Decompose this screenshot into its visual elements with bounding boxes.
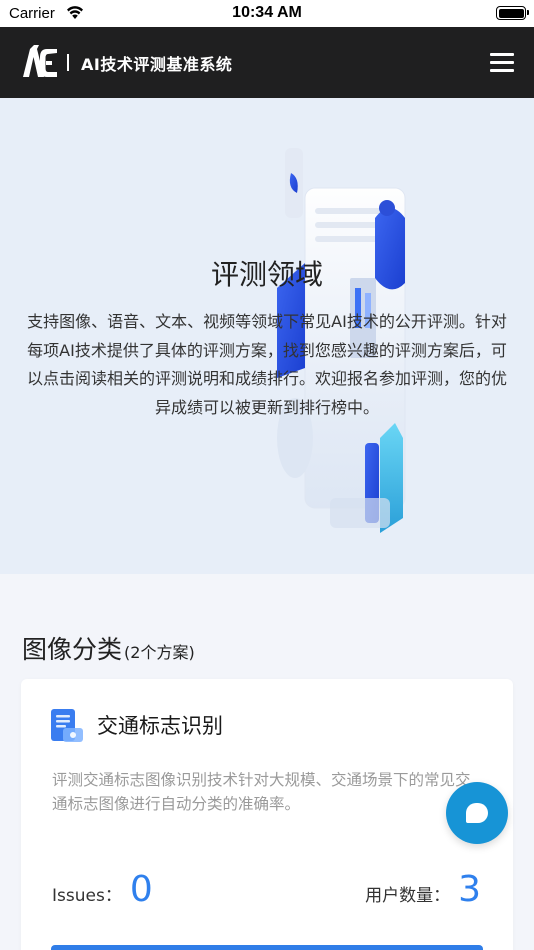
hero-title: 评测领域	[210, 258, 323, 291]
evaluation-card[interactable]: 交通标志识别 评测交通标志图像识别技术针对大规模、交通场景下的常见交通标志图像进…	[21, 679, 513, 950]
chat-button[interactable]	[446, 782, 508, 844]
users-count: 3	[458, 869, 481, 910]
section-heading: 图像分类 (2个方案)	[22, 630, 195, 666]
issues-stat: Issues： 0	[52, 869, 153, 910]
card-description: 评测交通标志图像识别技术针对大规模、交通场景下的常见交通标志图像进行自动分类的准…	[52, 771, 471, 813]
section-count: (2个方案)	[124, 643, 195, 662]
header-divider	[67, 54, 69, 71]
section-title: 图像分类	[22, 635, 123, 664]
hero-banner: 评测领域 支持图像、语音、文本、视频等领域下常见AI技术的公开评测。针对每项AI…	[0, 98, 534, 574]
clock: 10:34 AM	[232, 4, 302, 21]
status-bar: Carrier 10:34 AM	[0, 0, 534, 27]
card-title: 交通标志识别	[97, 714, 223, 738]
document-icon	[51, 709, 83, 742]
app-title: AI技术评测基准系统	[81, 55, 233, 74]
users-label: 用户数量：	[365, 886, 451, 906]
issues-label: Issues：	[52, 886, 122, 906]
issues-count: 0	[129, 869, 153, 910]
chat-bubble-icon	[466, 803, 488, 823]
users-stat: 用户数量： 3	[365, 869, 481, 910]
battery-icon	[496, 6, 529, 20]
logo-icon	[23, 45, 57, 77]
hamburger-menu-icon[interactable]	[490, 51, 514, 73]
app-header: AI技术评测基准系统	[0, 27, 534, 98]
card-action-bar[interactable]	[51, 945, 483, 950]
hero-description: 支持图像、语音、文本、视频等领域下常见AI技术的公开评测。针对每项AI技术提供了…	[26, 312, 507, 417]
